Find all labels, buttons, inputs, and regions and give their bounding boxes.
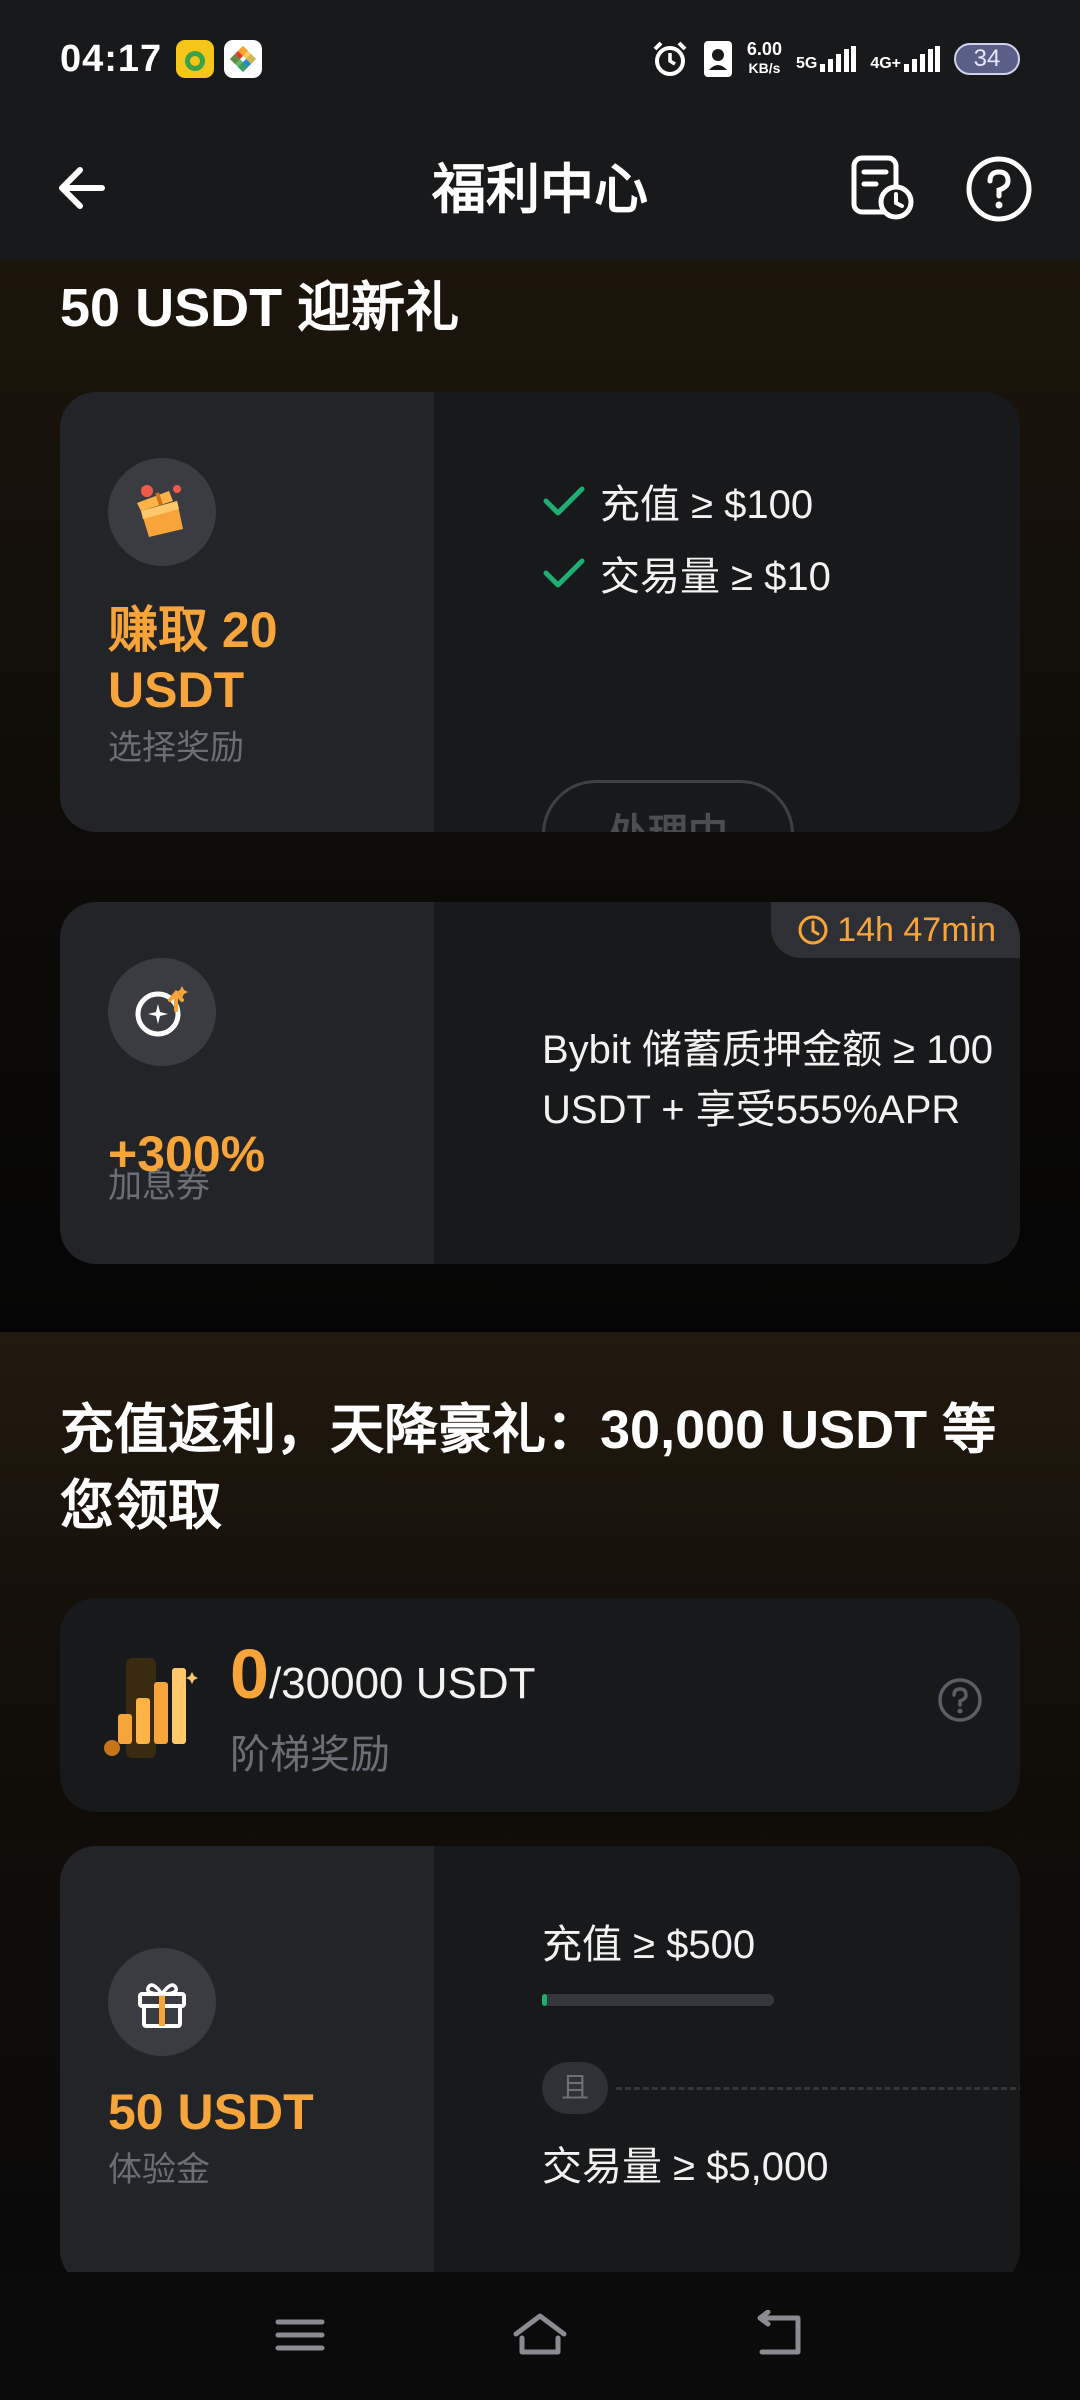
record-clock-icon[interactable] <box>848 154 916 222</box>
savings-description: Bybit 储蓄质押金额 ≥ 100 USDT + 享受555%APR <box>542 1028 993 1132</box>
app-header: 福利中心 <box>0 120 1080 260</box>
contact-card-icon <box>703 41 732 77</box>
ladder-reward-card[interactable]: 0 /30000 USDT 阶梯奖励 <box>60 1598 1020 1812</box>
app-notification-icon-yellow <box>176 40 214 78</box>
reward-value: 50 USDT <box>108 2084 314 2140</box>
deposit-trade-reward-card[interactable]: 赚取 20 USDT 选择奖励 充值 ≥ $100 交易量 ≥ $10 处理中 <box>60 392 1020 832</box>
gold-bars-chart-icon <box>104 1658 198 1758</box>
ladder-subtitle: 阶梯奖励 <box>230 1733 390 1777</box>
gift-icon <box>108 1948 216 2056</box>
signal-bars-icon <box>904 46 940 72</box>
page-title: 福利中心 <box>432 160 648 220</box>
reward-panel: +300% 加息券 <box>60 902 434 1264</box>
reward-subtitle: 加息券 <box>108 1167 210 1205</box>
trial-fund-card[interactable]: 50 USDT 体验金 充值 ≥ $500 且 交易量 ≥ $5,000 <box>60 1846 1020 2286</box>
condition-trade-volume: 交易量 ≥ $5,000 <box>542 2145 829 2189</box>
reward-subtitle: 体验金 <box>108 2151 210 2189</box>
battery-indicator: 34 <box>954 43 1020 75</box>
help-icon[interactable] <box>964 154 1034 224</box>
back-nav-icon[interactable] <box>750 2310 810 2360</box>
check-icon <box>543 486 585 516</box>
deposit-progress-fill <box>542 1994 547 2006</box>
countdown-timer: 14h 47min <box>771 902 1020 958</box>
condition-trade-volume: 交易量 ≥ $10 <box>542 544 831 602</box>
status-time: 04:17 <box>60 38 163 80</box>
deposit-rebate-section: 充值返利，天降豪礼：30,000 USDT 等您领取 0 /30000 USDT… <box>0 1332 1080 2286</box>
back-arrow-icon[interactable] <box>52 156 116 220</box>
reward-panel: 50 USDT 体验金 <box>60 1846 434 2286</box>
welcome-section-title: 50 USDT 迎新礼 <box>60 278 460 338</box>
signal-4g: 4G+ <box>870 46 940 72</box>
ladder-progress-value: 0 /30000 USDT <box>230 1635 536 1713</box>
gift-box-icon <box>108 458 216 566</box>
deposit-section-title: 充值返利，天降豪礼：30,000 USDT 等您领取 <box>60 1400 997 1536</box>
network-speed: 6.00 KB/s <box>746 39 782 77</box>
savings-boost-card[interactable]: +300% 加息券 14h 47min Bybit 储蓄质押金额 ≥ 100 U… <box>60 902 1020 1264</box>
home-icon[interactable] <box>510 2310 570 2360</box>
processing-button[interactable]: 处理中 <box>542 780 794 832</box>
alarm-icon <box>653 41 687 76</box>
help-icon[interactable] <box>936 1676 984 1724</box>
reward-subtitle: 选择奖励 <box>108 729 244 767</box>
clock-icon <box>798 915 828 945</box>
condition-deposit: 充值 ≥ $500 <box>542 1923 756 1967</box>
deposit-progress-bar <box>542 1994 774 2006</box>
check-icon <box>543 558 585 588</box>
menu-icon[interactable] <box>270 2310 330 2360</box>
boost-coupon-icon <box>108 958 216 1066</box>
system-navigation-bar <box>0 2272 1080 2400</box>
status-bar: 04:17 6.00 KB/s 5G 4G+ 34 <box>0 0 1080 120</box>
reward-value: 赚取 20 USDT <box>108 602 278 718</box>
condition-deposit: 充值 ≥ $100 <box>542 472 813 530</box>
status-indicators: 6.00 KB/s 5G 4G+ 34 <box>651 34 1020 84</box>
signal-bars-icon <box>820 46 857 72</box>
dashed-divider <box>616 2087 1020 2090</box>
and-connector: 且 <box>542 2062 608 2114</box>
welcome-gift-section: 50 USDT 迎新礼 赚取 20 USDT 选择奖励 充值 ≥ $100 交易… <box>0 260 1080 1332</box>
app-notification-icon-colorful <box>224 40 262 78</box>
signal-5g: 5G <box>796 46 857 72</box>
reward-panel: 赚取 20 USDT 选择奖励 <box>60 392 434 832</box>
